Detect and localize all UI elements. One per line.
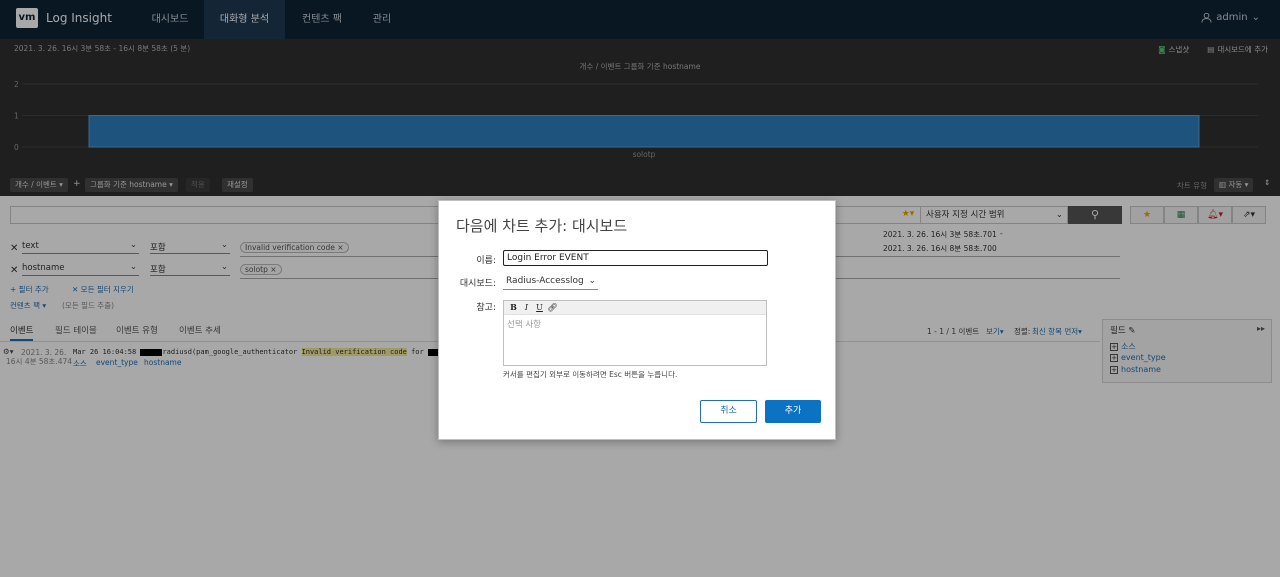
editor-help-text: 커서를 편집기 외부로 이동하려면 Esc 버튼을 누릅니다. [503,370,678,379]
dashboard-label: 대시보드: [459,279,496,289]
dashboard-select[interactable]: Radius-Accesslog ⌄ [503,275,598,290]
chevron-down-icon: ⌄ [588,276,596,286]
name-label: 이름: [476,256,496,266]
link-icon[interactable]: 🔗︎ [547,302,558,313]
note-label: 참고: [476,303,496,313]
underline-button[interactable]: U [534,302,545,313]
add-to-dashboard-dialog: 다음에 차트 추가: 대시보드 이름: 대시보드: Radius-Accessl… [438,200,836,440]
editor-toolbar: B I U 🔗︎ [504,301,766,315]
add-button[interactable]: 추가 [765,400,821,423]
note-placeholder: 선택 사항 [507,320,541,330]
dashboard-select-value: Radius-Accesslog [506,276,584,286]
chart-name-input[interactable] [503,250,768,266]
italic-button[interactable]: I [521,302,532,313]
cancel-button[interactable]: 취소 [700,400,757,423]
note-editor[interactable]: B I U 🔗︎ 선택 사항 [503,300,767,366]
bold-button[interactable]: B [508,302,519,313]
dialog-title: 다음에 차트 추가: 대시보드 [456,217,628,235]
